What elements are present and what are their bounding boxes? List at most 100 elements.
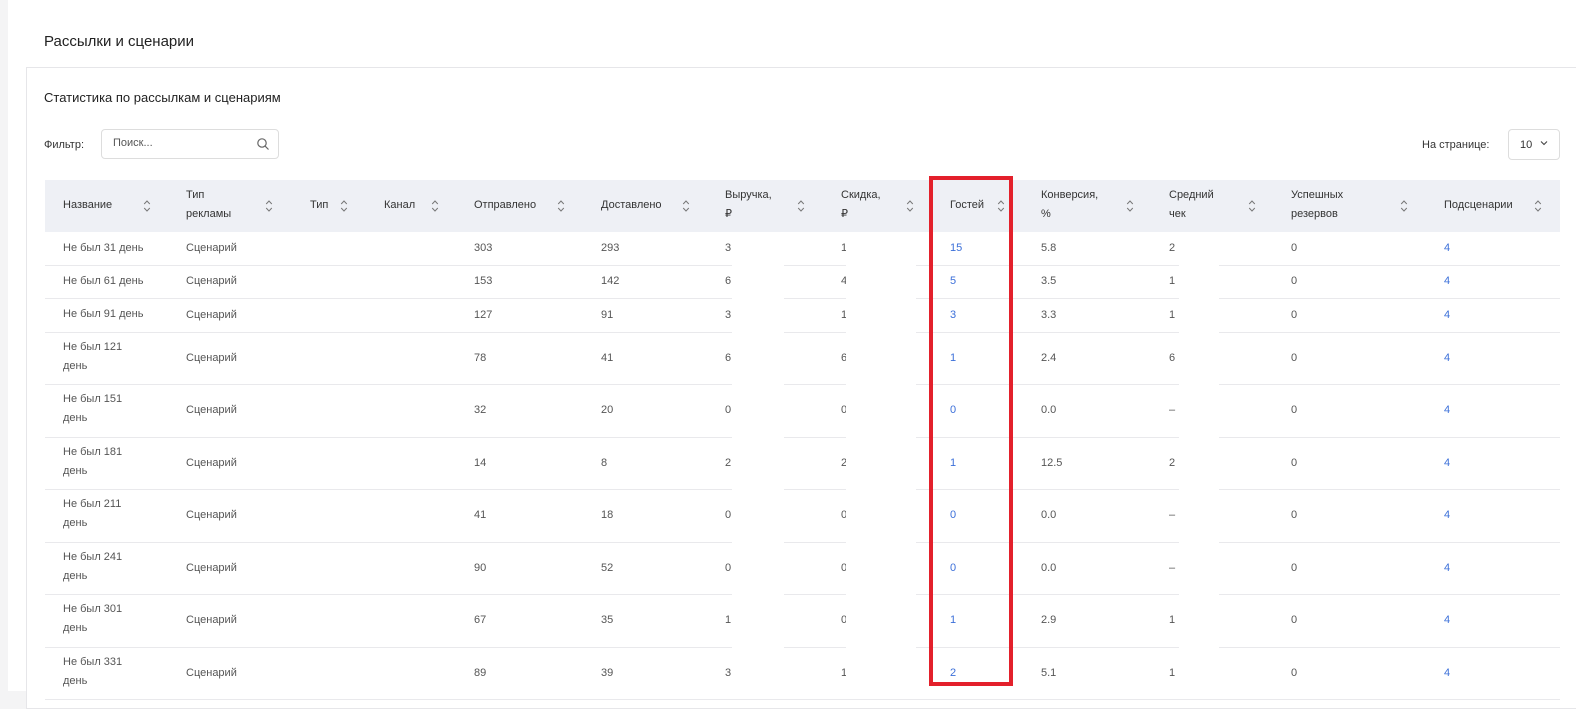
cell-delivered: 41: [601, 352, 614, 364]
cell-name: Не был 61 день: [63, 272, 143, 291]
cell-conversion: 5.1: [1041, 667, 1057, 679]
column-header-1[interactable]: Тип рекламы: [186, 186, 231, 224]
table-row[interactable]: Не был 331 день Сценарий 89 39 3 1 2 5.1 1 0 4: [45, 647, 1560, 700]
cell-revenue: 0: [725, 509, 732, 521]
cell-subs[interactable]: 4: [1444, 239, 1450, 258]
cell-name: Не был 301 день: [63, 600, 122, 638]
sort-icon[interactable]: [906, 199, 914, 213]
table-row[interactable]: Не был 151 день Сценарий 32 20 0 0 0 0.0–0 4: [45, 384, 1560, 438]
sort-icon[interactable]: [431, 199, 439, 213]
cell-reserves: 0: [1291, 352, 1298, 364]
cell-subs[interactable]: 4: [1444, 611, 1450, 630]
sort-icon[interactable]: [340, 199, 348, 213]
page-title: Рассылки и сценарии: [44, 33, 195, 50]
search-box[interactable]: [101, 129, 279, 159]
cell-avg-check: –: [1169, 562, 1176, 574]
card-title: Статистика по рассылкам и сценариям: [44, 90, 281, 105]
cell-revenue: 0: [725, 404, 732, 416]
column-header-6[interactable]: Выручка, ₽: [725, 186, 772, 224]
column-header-12[interactable]: Подсценарии: [1444, 196, 1513, 215]
cell-conversion: 3.5: [1041, 275, 1057, 287]
sort-icon[interactable]: [1400, 199, 1408, 213]
search-input[interactable]: [113, 137, 253, 149]
cell-revenue: 2: [725, 457, 732, 469]
cell-delivered: 39: [601, 667, 614, 679]
cell-sent: 127: [474, 309, 493, 321]
sort-icon[interactable]: [682, 199, 690, 213]
sort-icon[interactable]: [797, 199, 805, 213]
cell-name-line: день: [63, 360, 88, 372]
cell-subs[interactable]: 4: [1444, 272, 1450, 291]
cell-sent: 90: [474, 562, 487, 574]
cell-ad-type: Сценарий: [186, 404, 237, 416]
column-header-7[interactable]: Скидка, ₽: [841, 186, 881, 224]
table-row[interactable]: Не был 91 день Сценарий 127 91 3 1 3 3.3 1 0 4: [45, 298, 1560, 333]
table-row[interactable]: Не был 31 день Сценарий 303 293 3 1 15 5.8 2 0 4: [45, 232, 1560, 266]
cell-reserves: 0: [1291, 309, 1298, 321]
column-header-10[interactable]: Средний чек: [1169, 186, 1214, 224]
cell-delivered: 52: [601, 562, 614, 574]
table-row[interactable]: Не был 211 день Сценарий 41 18 0 0 0 0.0–0 4: [45, 489, 1560, 543]
guests-column-highlight: [929, 176, 1013, 686]
column-header-label: Средний: [1169, 189, 1214, 201]
column-header-0[interactable]: Название: [63, 196, 112, 215]
cell-subs[interactable]: 4: [1444, 664, 1450, 683]
cell-reserves: 0: [1291, 614, 1298, 626]
column-header-3[interactable]: Канал: [384, 196, 415, 215]
cell-name-line: Не был 241: [63, 551, 123, 563]
cell-subs[interactable]: 4: [1444, 559, 1450, 578]
column-header-9[interactable]: Конверсия,%: [1041, 186, 1098, 224]
cell-avg-check: 1: [1169, 309, 1176, 321]
column-header-11[interactable]: Успешных резервов: [1291, 186, 1343, 224]
cell-avg-check: 2: [1169, 242, 1176, 254]
clipped-overlay-avgcheck: [1179, 232, 1219, 691]
cell-ad-type: Сценарий: [186, 242, 237, 254]
cell-name-line: день: [63, 622, 88, 634]
cell-revenue: 6: [725, 275, 732, 287]
sort-icon[interactable]: [557, 199, 565, 213]
column-header-label: %: [1041, 208, 1051, 220]
sort-icon[interactable]: [265, 199, 273, 213]
cell-name: Не был 121 день: [63, 338, 122, 376]
cell-revenue: 3: [725, 242, 732, 254]
cell-name-line: Не был 151: [63, 393, 123, 405]
cell-conversion: 0.0: [1041, 562, 1057, 574]
cell-conversion: 5.8: [1041, 242, 1057, 254]
cell-subs[interactable]: 4: [1444, 401, 1450, 420]
sort-icon[interactable]: [1248, 199, 1256, 213]
sort-icon[interactable]: [1126, 199, 1134, 213]
cell-subs[interactable]: 4: [1444, 454, 1450, 473]
table-row[interactable]: Не был 241 день Сценарий 90 52 0 0 0 0.0–0 4: [45, 542, 1560, 595]
column-header-label: Отправлено: [474, 199, 537, 211]
column-header-label: Тип: [186, 189, 205, 201]
cell-avg-check: 1: [1169, 614, 1176, 626]
cell-conversion: 2.9: [1041, 614, 1057, 626]
cell-avg-check: –: [1169, 509, 1176, 521]
cell-name: Не был 241 день: [63, 548, 122, 586]
filter-label: Фильтр:: [44, 139, 85, 151]
table-row[interactable]: Не был 301 день Сценарий 67 35 1 0 1 2.9 1 0 4: [45, 594, 1560, 648]
column-header-4[interactable]: Отправлено: [474, 196, 536, 215]
column-header-5[interactable]: Доставлено: [601, 196, 662, 215]
column-header-label: Скидка,: [841, 189, 881, 201]
cell-delivered: 18: [601, 509, 614, 521]
cell-conversion: 12.5: [1041, 457, 1063, 469]
table-row[interactable]: Не был 181 день Сценарий 14 8 2 2 1 12.5 2 0 4: [45, 437, 1560, 490]
cell-name-line: Не был 181: [63, 446, 123, 458]
table-row[interactable]: Не был 61 день Сценарий 153 142 6 4 5 3.5 1 0 4: [45, 265, 1560, 299]
table-row[interactable]: Не был 121 день Сценарий 78 41 6 6 1 2.4 6 0 4: [45, 332, 1560, 385]
per-page-select[interactable]: 10: [1508, 129, 1560, 160]
column-header-2[interactable]: Тип: [310, 196, 328, 215]
cell-subs[interactable]: 4: [1444, 506, 1450, 525]
cell-sent: 41: [474, 509, 487, 521]
cell-subs[interactable]: 4: [1444, 306, 1450, 325]
cell-name: Не был 151 день: [63, 390, 122, 428]
cell-name-line: Не был 91 день: [63, 308, 144, 320]
cell-ad-type: Сценарий: [186, 614, 237, 626]
cell-subs[interactable]: 4: [1444, 349, 1450, 368]
sort-icon[interactable]: [143, 199, 151, 213]
cell-ad-type: Сценарий: [186, 309, 237, 321]
sort-icon[interactable]: [1534, 199, 1542, 213]
cell-sent: 153: [474, 275, 493, 287]
search-icon[interactable]: [256, 137, 270, 151]
